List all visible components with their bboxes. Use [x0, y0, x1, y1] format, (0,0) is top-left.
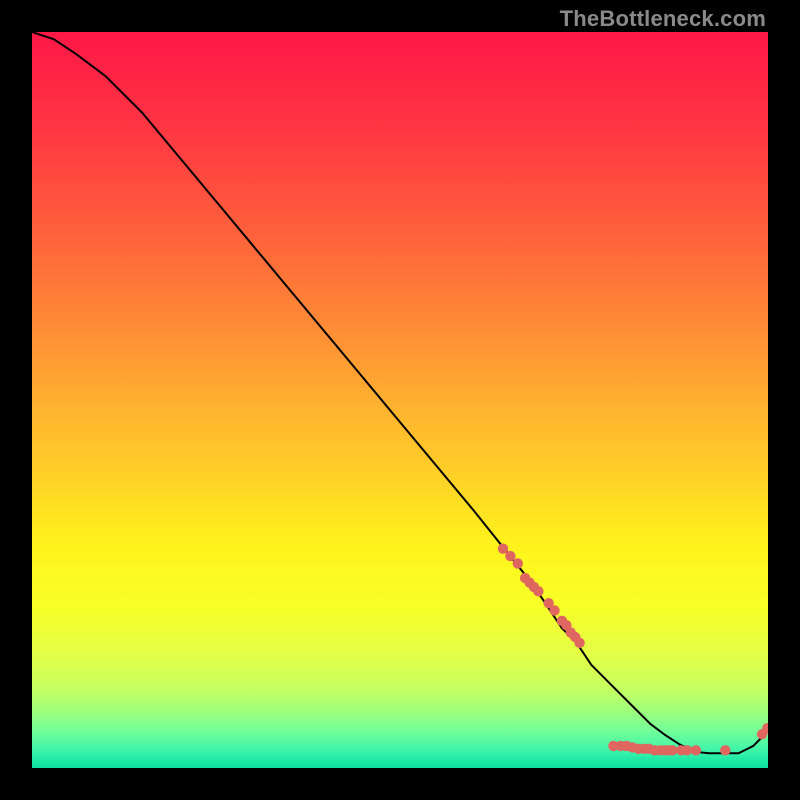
highlight-point — [691, 745, 701, 755]
chart-overlay — [32, 32, 768, 768]
highlight-point — [574, 638, 584, 648]
bottleneck-curve-line — [32, 32, 768, 753]
highlight-point — [720, 745, 730, 755]
highlight-point — [533, 586, 543, 596]
plot-area — [32, 32, 768, 768]
chart-container: TheBottleneck.com — [0, 0, 800, 800]
highlight-point — [549, 605, 559, 615]
highlight-point — [505, 551, 515, 561]
highlight-point — [498, 543, 508, 553]
highlight-point — [513, 558, 523, 568]
watermark-text: TheBottleneck.com — [560, 6, 766, 32]
highlight-points-group — [498, 543, 768, 755]
